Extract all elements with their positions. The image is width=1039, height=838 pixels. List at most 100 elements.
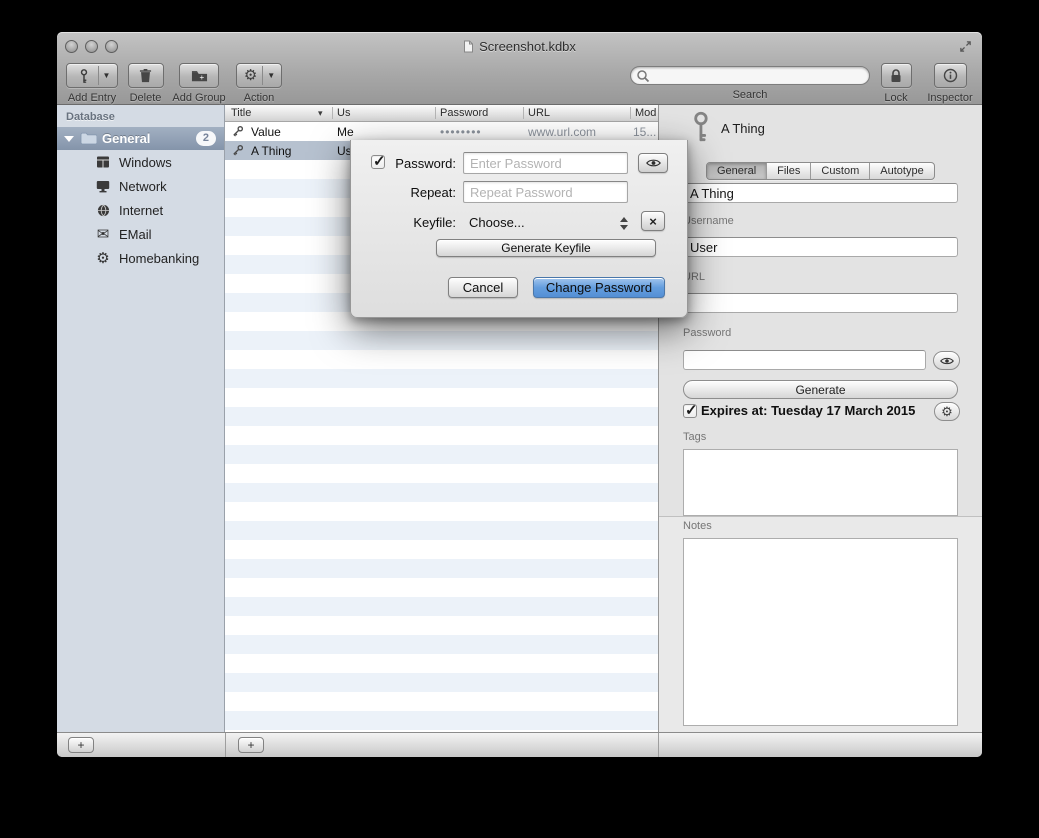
globe-icon — [95, 204, 111, 217]
key-icon — [232, 125, 244, 140]
delete-label: Delete — [127, 92, 164, 104]
footer-bar: + + — [57, 732, 982, 757]
sheet-repeat-input[interactable] — [463, 181, 628, 203]
key-icon — [232, 144, 244, 159]
search-input[interactable] — [653, 68, 863, 83]
column-header-modified[interactable]: Mod — [635, 107, 656, 119]
column-header-password[interactable]: Password — [440, 107, 488, 119]
sidebar-item-windows[interactable]: Windows — [57, 150, 224, 174]
url-field[interactable] — [683, 293, 958, 313]
add-entry-label: Add Entry — [66, 92, 118, 104]
column-divider[interactable] — [630, 107, 631, 119]
column-header-title[interactable]: Title — [231, 107, 251, 119]
change-password-sheet: Password: Repeat: Keyfile: Choose... × G… — [350, 140, 688, 318]
sheet-reveal-password-button[interactable] — [638, 153, 668, 173]
entry-table-header[interactable]: Title ▾ Us Password URL Mod — [225, 105, 658, 122]
tags-field[interactable] — [683, 449, 958, 516]
sidebar-item-internet[interactable]: Internet — [57, 198, 224, 222]
title-field[interactable] — [683, 183, 958, 203]
chevron-down-icon: ▼ — [263, 71, 279, 80]
inspector-panel: A Thing General Files Custom Autotype Us… — [658, 105, 982, 732]
lock-label: Lock — [877, 92, 915, 104]
lock-button[interactable] — [881, 63, 912, 88]
entry-row[interactable]: Value Me •••••••• www.url.com 15... — [225, 122, 658, 141]
footer-divider — [225, 733, 226, 757]
action-button[interactable]: ⚙ ▼ — [236, 63, 282, 88]
monitor-icon — [95, 180, 111, 193]
delete-toolbar-item: Delete — [127, 63, 164, 104]
sidebar-group-label: General — [102, 131, 150, 146]
search-icon — [636, 69, 650, 88]
reveal-password-button[interactable] — [933, 351, 960, 370]
count-badge: 2 — [196, 131, 216, 146]
trash-icon — [139, 68, 152, 83]
remove-keyfile-button[interactable]: × — [641, 211, 665, 231]
column-header-username[interactable]: Us — [337, 107, 350, 119]
tab-custom[interactable]: Custom — [811, 163, 870, 179]
window-title-text: Screenshot.kdbx — [479, 39, 576, 54]
inspector-button[interactable] — [934, 63, 967, 88]
expires-checkbox[interactable] — [683, 404, 697, 418]
envelope-icon: ✉ — [95, 227, 111, 242]
inspector-label: Inspector — [923, 92, 977, 104]
add-group-plus-button[interactable]: + — [68, 737, 94, 753]
inspector-tabs: General Files Custom Autotype — [706, 162, 935, 180]
gear-icon: ⚙ — [941, 405, 953, 418]
cell-url: www.url.com — [528, 125, 596, 139]
cell-title: A Thing — [251, 144, 291, 158]
add-group-button[interactable]: + — [179, 63, 219, 88]
eye-icon — [646, 158, 661, 168]
lock-toolbar-item: Lock — [877, 63, 915, 104]
window-icon — [95, 155, 111, 169]
popup-stepper-icon[interactable] — [620, 217, 629, 230]
app-window: Screenshot.kdbx ▼ Add Entry — [57, 32, 982, 757]
sidebar-item-label: Homebanking — [119, 251, 199, 266]
add-entry-button[interactable]: ▼ — [66, 63, 118, 88]
column-divider[interactable] — [523, 107, 524, 119]
tab-autotype[interactable]: Autotype — [870, 163, 933, 179]
notes-label: Notes — [683, 520, 712, 532]
footer-divider — [658, 733, 659, 757]
sidebar-item-email[interactable]: ✉ EMail — [57, 222, 224, 246]
sidebar-group-general[interactable]: General 2 — [57, 127, 224, 150]
generate-password-button[interactable]: Generate — [683, 380, 958, 399]
cell-username: Me — [337, 125, 354, 139]
gear-icon: ⚙ — [239, 68, 262, 83]
search-field — [630, 66, 870, 85]
delete-button[interactable] — [128, 63, 164, 88]
expires-label: Expires at: Tuesday 17 March 2015 — [701, 403, 915, 418]
tags-label: Tags — [683, 431, 706, 443]
fullscreen-icon[interactable] — [959, 40, 972, 58]
sidebar-item-homebanking[interactable]: ⚙ Homebanking — [57, 246, 224, 270]
add-group-label: Add Group — [169, 92, 229, 104]
username-field[interactable] — [683, 237, 958, 257]
add-entry-plus-button[interactable]: + — [238, 737, 264, 753]
sidebar: Database General 2 Windows Network — [57, 105, 225, 732]
password-field[interactable] — [683, 350, 926, 370]
sidebar-item-network[interactable]: Network — [57, 174, 224, 198]
padlock-icon — [890, 69, 902, 83]
search-toolbar-item: Search — [630, 63, 870, 101]
change-password-button[interactable]: Change Password — [533, 277, 665, 298]
cancel-button[interactable]: Cancel — [448, 277, 518, 298]
expires-options-button[interactable]: ⚙ — [934, 402, 960, 421]
sidebar-item-label: EMail — [119, 227, 152, 242]
titlebar[interactable]: Screenshot.kdbx — [57, 32, 982, 60]
svg-text:+: + — [199, 72, 204, 81]
disclosure-triangle-icon[interactable] — [64, 136, 74, 142]
sheet-password-input[interactable] — [463, 152, 628, 174]
notes-field[interactable] — [683, 538, 958, 726]
eye-icon — [940, 356, 954, 366]
key-icon — [69, 61, 99, 91]
generate-keyfile-button[interactable]: Generate Keyfile — [436, 239, 656, 257]
column-header-url[interactable]: URL — [528, 107, 550, 119]
column-divider[interactable] — [332, 107, 333, 119]
password-label: Password — [683, 327, 731, 339]
folder-plus-icon: + — [191, 69, 208, 83]
keyfile-popup[interactable]: Choose... — [469, 215, 525, 230]
cell-title: Value — [251, 125, 281, 139]
tab-files[interactable]: Files — [767, 163, 811, 179]
sidebar-item-label: Network — [119, 179, 167, 194]
tab-general[interactable]: General — [707, 163, 767, 179]
column-divider[interactable] — [435, 107, 436, 119]
